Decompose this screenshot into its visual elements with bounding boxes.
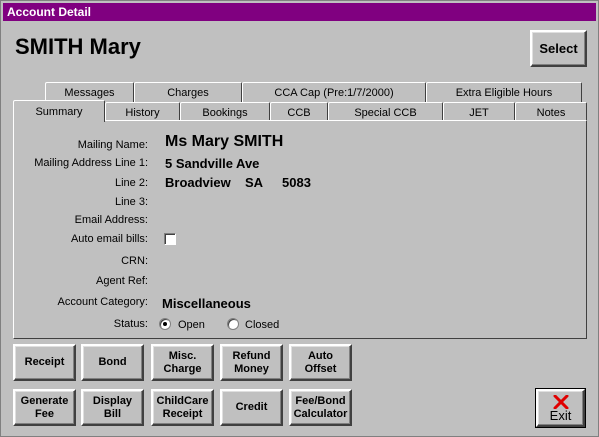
crn-label: CRN: (121, 255, 148, 267)
refund-money-label: Refund Money (232, 349, 271, 375)
exit-button[interactable]: Exit (535, 388, 586, 428)
window-title: Account Detail (3, 3, 596, 21)
tab-summary[interactable]: Summary (13, 100, 105, 122)
receipt-button[interactable]: Receipt (13, 344, 76, 381)
auto-offset-label: Auto Offset (304, 349, 337, 375)
exit-label: Exit (549, 408, 572, 423)
tab-messages[interactable]: Messages (45, 82, 134, 102)
bond-button[interactable]: Bond (81, 344, 144, 381)
account-category-value: Miscellaneous (162, 296, 251, 311)
refund-money-button[interactable]: Refund Money (220, 344, 283, 381)
address-line2-label: Line 2: (114, 177, 148, 189)
childcare-receipt-button[interactable]: ChildCare Receipt (151, 389, 214, 426)
misc-charge-button[interactable]: Misc. Charge (151, 344, 214, 381)
generate-fee-label: Generate Fee (20, 394, 69, 420)
mailing-name-label: Mailing Name: (77, 139, 148, 151)
tab-extra-eligible-hours[interactable]: Extra Eligible Hours (426, 82, 582, 102)
address-line2-postcode: 5083 (282, 175, 311, 190)
tab-bookings[interactable]: Bookings (180, 102, 270, 122)
status-open-radio[interactable] (159, 318, 171, 330)
mailing-name-value: Ms Mary SMITH (165, 133, 284, 150)
credit-button[interactable]: Credit (220, 389, 283, 426)
display-bill-label: Display Bill (92, 394, 133, 420)
select-button[interactable]: Select (530, 30, 587, 67)
childcare-receipt-label: ChildCare Receipt (156, 394, 209, 420)
fee-bond-calculator-button[interactable]: Fee/Bond Calculator (289, 389, 352, 426)
radio-selected-dot (163, 322, 167, 326)
address-line2-state: SA (245, 175, 264, 190)
status-closed-label: Closed (245, 319, 280, 331)
address-line1-label: Mailing Address Line 1: (34, 157, 148, 169)
close-x-icon (553, 395, 568, 409)
address-line1-value: 5 Sandville Ave (165, 156, 260, 171)
auto-email-checkbox[interactable] (164, 233, 176, 245)
agent-ref-label: Agent Ref: (96, 275, 148, 287)
fee-bond-calculator-label: Fee/Bond Calculator (293, 394, 348, 420)
status-label: Status: (113, 318, 148, 330)
email-address-label: Email Address: (74, 214, 148, 226)
misc-charge-label: Misc. Charge (163, 349, 202, 375)
tab-ccb[interactable]: CCB (270, 102, 328, 122)
credit-label: Credit (235, 401, 268, 413)
address-line2-suburb: Broadview (165, 175, 231, 190)
account-holder-name: SMITH Mary (15, 34, 141, 59)
status-closed-radio[interactable] (227, 318, 239, 330)
tab-charges[interactable]: Charges (134, 82, 242, 102)
address-line3-label: Line 3: (114, 196, 148, 208)
auto-email-label: Auto email bills: (70, 233, 148, 245)
status-open-label: Open (178, 319, 205, 331)
bond-label: Bond (98, 356, 127, 368)
tab-history[interactable]: History (105, 102, 180, 122)
tab-notes[interactable]: Notes (515, 102, 587, 122)
auto-offset-button[interactable]: Auto Offset (289, 344, 352, 381)
display-bill-button[interactable]: Display Bill (81, 389, 144, 426)
tab-cca-cap[interactable]: CCA Cap (Pre:1/7/2000) (242, 82, 426, 102)
account-detail-window: Account Detail SMITH Mary Select Message… (0, 0, 599, 437)
tab-special-ccb[interactable]: Special CCB (328, 102, 443, 122)
receipt-label: Receipt (24, 356, 65, 368)
account-category-label: Account Category: (57, 296, 149, 308)
generate-fee-button[interactable]: Generate Fee (13, 389, 76, 426)
tab-jet[interactable]: JET (443, 102, 515, 122)
